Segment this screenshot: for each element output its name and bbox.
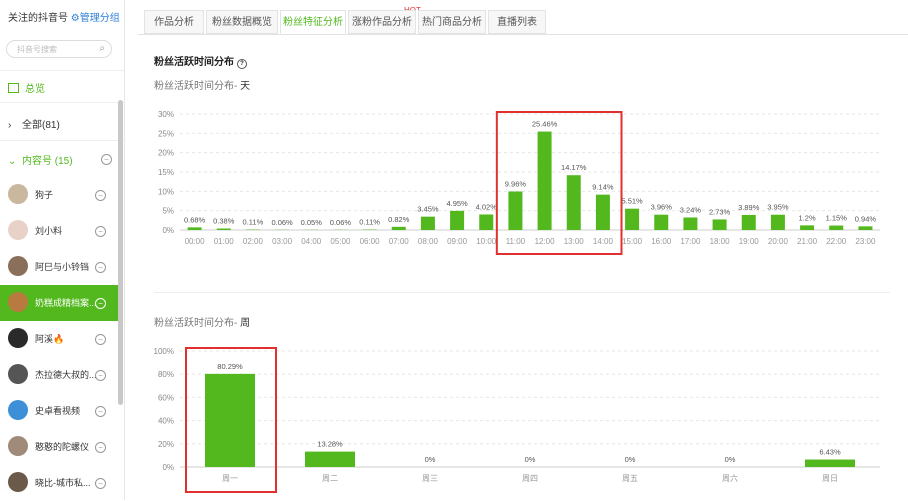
x-tick-label: 18:00 [710,237,731,246]
bar [829,226,843,230]
data-label: 0.11% [243,218,264,227]
x-tick-label: 08:00 [418,237,439,246]
data-label: 0.06% [271,218,293,227]
y-tick-label: 15% [158,168,174,177]
x-tick-label: 09:00 [447,237,468,246]
data-label: 3.96% [651,203,673,212]
x-tick-label: 周一 [222,474,238,483]
data-label: 0% [625,455,636,464]
data-label: 9.14% [592,183,614,192]
x-tick-label: 20:00 [768,237,789,246]
bar [450,211,464,230]
x-tick-label: 15:00 [622,237,643,246]
y-tick-label: 0% [162,226,174,235]
y-tick-label: 0% [162,463,174,472]
data-label: 13.28% [317,440,343,449]
x-tick-label: 05:00 [330,237,351,246]
data-label: 0% [425,455,436,464]
data-label: 3.24% [680,205,702,214]
y-tick-label: 25% [158,129,174,138]
x-tick-label: 19:00 [739,237,760,246]
bar [596,195,610,230]
data-label: 0.05% [301,218,323,227]
y-tick-label: 80% [158,370,174,379]
bar [683,217,697,230]
bar [625,209,639,230]
y-tick-label: 100% [154,347,174,356]
data-label: 3.89% [738,203,760,212]
data-label: 0% [725,455,736,464]
bar [479,214,493,230]
x-tick-label: 23:00 [855,237,876,246]
data-label: 5.51% [621,197,643,206]
x-tick-label: 22:00 [826,237,847,246]
charts-layer: 0% 5% 10% 15% 20% 25% 30% 0.68% 00:00 0.38% 01:00 0… [0,0,908,500]
bar [805,460,855,467]
bar [392,227,406,230]
x-tick-label: 14:00 [593,237,614,246]
data-label: 0.68% [184,215,206,224]
x-tick-label: 07:00 [389,237,410,246]
data-label: 4.95% [446,199,468,208]
x-tick-label: 03:00 [272,237,293,246]
x-tick-label: 21:00 [797,237,818,246]
data-label: 3.45% [417,205,439,214]
data-label: 3.95% [767,203,789,212]
bar [800,225,814,230]
data-label: 0.94% [855,214,877,223]
y-tick-label: 60% [158,393,174,402]
data-label: 0.38% [213,217,235,226]
data-label: 2.73% [709,207,731,216]
bar [217,229,231,230]
bar [654,215,668,230]
x-tick-label: 周日 [822,474,838,483]
bar [713,219,727,230]
x-tick-label: 16:00 [651,237,672,246]
data-label: 25.46% [532,120,558,129]
data-label: 14.17% [561,163,587,172]
y-tick-label: 30% [158,110,174,119]
bar [858,226,872,230]
data-label: 0.82% [388,215,410,224]
bar [188,227,202,230]
data-label: 0% [525,455,536,464]
data-label: 0.06% [330,218,352,227]
bar [421,217,435,230]
y-tick-label: 20% [158,149,174,158]
data-label: 1.15% [826,214,848,223]
y-tick-label: 20% [158,440,174,449]
data-label: 4.02% [476,202,498,211]
x-tick-label: 周三 [422,474,438,483]
bar [305,452,355,467]
x-tick-label: 12:00 [535,237,556,246]
data-label: 1.2% [799,213,816,222]
data-label: 6.43% [819,448,841,457]
x-tick-label: 周二 [322,474,338,483]
x-tick-label: 06:00 [360,237,381,246]
y-tick-label: 5% [162,207,174,216]
data-label: 0.11% [359,218,380,227]
x-tick-label: 周六 [722,473,738,483]
bar [567,175,581,230]
x-tick-label: 04:00 [301,237,322,246]
y-tick-label: 10% [158,187,174,196]
x-tick-label: 11:00 [506,237,526,246]
x-tick-label: 10:00 [476,237,497,246]
bar [508,191,522,230]
x-tick-label: 周五 [622,474,638,483]
x-tick-label: 02:00 [243,237,264,246]
bar [205,374,255,467]
x-tick-label: 17:00 [680,237,701,246]
data-label: 9.96% [505,179,527,188]
x-tick-label: 00:00 [185,237,206,246]
x-tick-label: 01:00 [214,237,235,246]
x-tick-label: 周四 [522,474,538,483]
data-label: 80.29% [217,362,243,371]
bar [771,215,785,230]
x-tick-label: 13:00 [564,237,585,246]
bar [742,215,756,230]
y-tick-label: 40% [158,417,174,426]
bar [538,132,552,230]
